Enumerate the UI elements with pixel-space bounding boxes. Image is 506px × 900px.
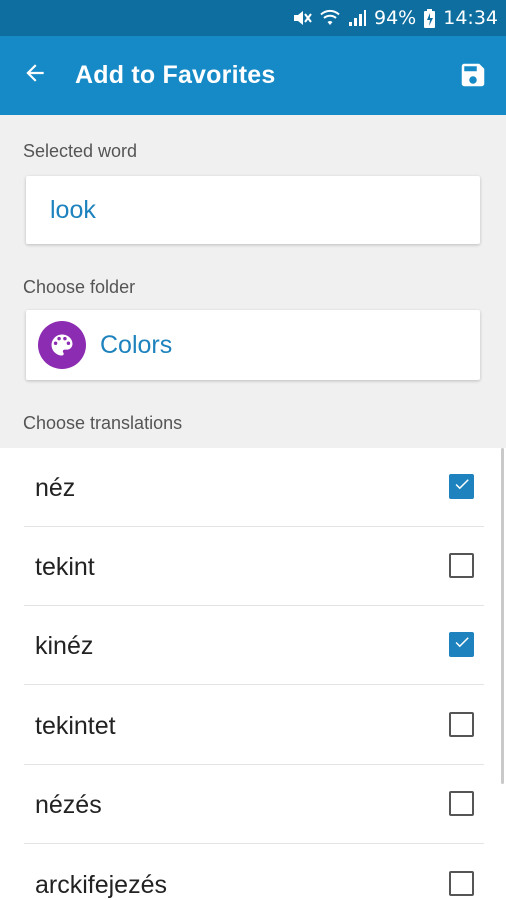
scrollbar[interactable]: [501, 448, 504, 784]
translation-checkbox[interactable]: [449, 712, 474, 737]
save-icon: [458, 63, 488, 94]
battery-icon: [424, 8, 436, 28]
app-bar: Add to Favorites: [0, 36, 506, 115]
translation-row[interactable]: nézés: [0, 765, 506, 844]
translation-label: néz: [35, 474, 76, 502]
selected-word-card: look: [26, 176, 480, 244]
signal-icon: [348, 9, 366, 27]
choose-translations-label: Choose translations: [23, 413, 183, 433]
divider: [24, 684, 484, 685]
translation-label: nézés: [35, 791, 102, 819]
translation-checkbox[interactable]: [449, 791, 474, 816]
selected-word-value: look: [50, 196, 96, 224]
translation-checkbox[interactable]: [449, 474, 474, 499]
divider: [24, 843, 484, 844]
status-bar: 94% 14:34: [0, 0, 506, 36]
translation-row[interactable]: tekint: [0, 527, 506, 606]
folder-selector[interactable]: Colors: [26, 310, 480, 380]
choose-folder-label: Choose folder: [23, 277, 136, 297]
translation-checkbox[interactable]: [449, 871, 474, 896]
translation-label: tekint: [35, 553, 95, 581]
translation-checkbox[interactable]: [449, 632, 474, 657]
battery-percent: 94%: [374, 7, 417, 29]
translation-row[interactable]: arckifejezés: [0, 845, 506, 900]
back-button[interactable]: [18, 58, 52, 92]
selected-word-label: Selected word: [23, 141, 138, 161]
translation-label: kinéz: [35, 632, 94, 660]
status-icons: 94% 14:34: [292, 0, 498, 36]
translation-label: tekintet: [35, 712, 116, 740]
clock: 14:34: [443, 7, 498, 29]
translation-checkbox[interactable]: [449, 553, 474, 578]
folder-name: Colors: [100, 331, 173, 359]
translation-row[interactable]: tekintet: [0, 686, 506, 765]
checkmark-icon: [453, 633, 471, 656]
checkmark-icon: [453, 475, 471, 498]
palette-icon: [38, 321, 86, 369]
translation-label: arckifejezés: [35, 871, 167, 899]
arrow-back-icon: [22, 60, 48, 91]
page-title: Add to Favorites: [75, 61, 276, 89]
translation-list: néz tekint kinéz tekintet nézés arckifej…: [0, 448, 506, 900]
translation-row[interactable]: kinéz: [0, 606, 506, 685]
save-button[interactable]: [458, 60, 488, 90]
translation-row[interactable]: néz: [0, 448, 506, 527]
wifi-icon: [320, 9, 340, 27]
mute-icon: [292, 9, 312, 27]
